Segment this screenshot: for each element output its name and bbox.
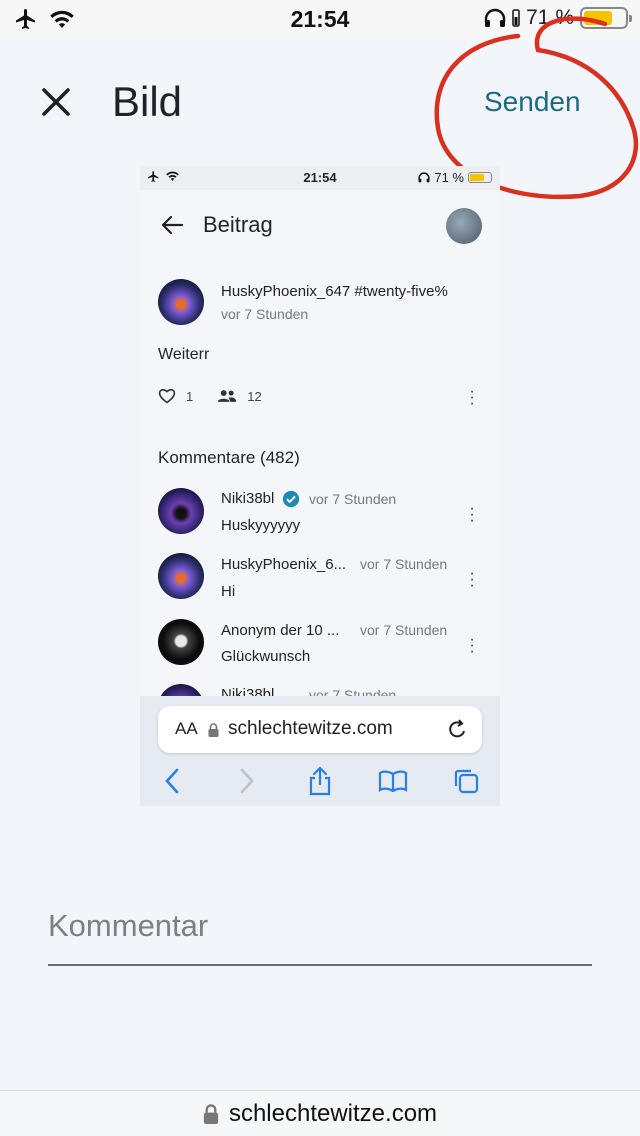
heart-icon <box>158 389 176 404</box>
status-bar: 21:54 71 % <box>0 0 640 40</box>
comment-text: Huskyyyyyy <box>221 517 301 534</box>
avatar <box>158 619 204 665</box>
reload-icon <box>449 719 465 738</box>
verified-badge-icon <box>282 490 300 508</box>
preview-status-bar: 21:54 71 % <box>140 166 500 190</box>
address-url: schlechtewitze.com <box>228 1099 438 1127</box>
back-arrow-icon <box>161 215 184 235</box>
preview-status-right-icons: 71 % <box>418 170 492 185</box>
preview-address-bar: AA schlechtewitze.com <box>158 706 482 753</box>
more-options-icon: · · · <box>469 383 475 412</box>
status-right-icons: 71 % <box>484 6 632 30</box>
attached-image-preview: 21:54 71 % Beitrag HuskyPhoenix_647 #twe… <box>140 166 500 806</box>
like-count: 1 <box>186 388 194 404</box>
comment-text: Hi <box>221 583 236 600</box>
text-size-label: AA <box>175 719 198 738</box>
comment-author: Anonym der 10 ... <box>221 622 340 639</box>
more-options-icon: · · · <box>469 631 475 660</box>
avatar <box>158 279 204 325</box>
comment-time: vor 7 Stunden <box>360 622 448 638</box>
send-button[interactable]: Senden <box>484 86 581 118</box>
avatar <box>158 488 204 534</box>
participant-count: 12 <box>247 388 262 404</box>
battery-percent: 71 % <box>526 6 574 29</box>
avatar <box>158 553 204 599</box>
headphones-icon <box>484 8 506 27</box>
browser-address-bar[interactable]: schlechtewitze.com <box>0 1090 640 1136</box>
more-options-icon: · · · <box>469 500 475 529</box>
forward-chevron-icon <box>240 768 254 794</box>
people-icon <box>218 390 237 402</box>
comment-time: vor 7 Stunden <box>309 491 397 507</box>
preview-page-title: Beitrag <box>203 212 273 237</box>
battery-icon <box>580 7 632 29</box>
close-icon[interactable] <box>36 82 76 122</box>
post-body: Weiterr <box>158 346 210 363</box>
comment-field[interactable] <box>48 908 592 966</box>
comments-heading: Kommentare (482) <box>158 448 300 467</box>
more-options-icon: · · · <box>469 565 475 594</box>
lock-icon <box>208 723 219 737</box>
headphones-icon <box>418 172 430 183</box>
share-icon <box>309 766 331 796</box>
battery-charging-icon <box>512 9 520 27</box>
comment-author: Niki38bl <box>221 490 275 507</box>
avatar <box>446 208 482 244</box>
comment-author: HuskyPhoenix_6... <box>221 556 347 573</box>
comment-input[interactable] <box>48 908 592 944</box>
comment-text: Glückwunsch <box>221 648 311 665</box>
post-actions: 1 12 <box>158 388 286 404</box>
post-author: HuskyPhoenix_647 #twenty-five% <box>221 283 448 300</box>
preview-browser-toolbar: AA schlechtewitze.com <box>140 696 500 806</box>
lock-icon <box>203 1103 219 1124</box>
back-chevron-icon <box>165 768 179 794</box>
tabs-icon <box>454 769 479 794</box>
page-title: Bild <box>112 78 183 125</box>
post-time: vor 7 Stunden <box>221 306 309 322</box>
comment-time: vor 7 Stunden <box>360 556 448 572</box>
preview-battery-percent: 71 % <box>434 170 464 185</box>
bookmarks-icon <box>378 770 408 792</box>
battery-icon <box>468 172 492 183</box>
preview-url: schlechtewitze.com <box>228 718 393 739</box>
